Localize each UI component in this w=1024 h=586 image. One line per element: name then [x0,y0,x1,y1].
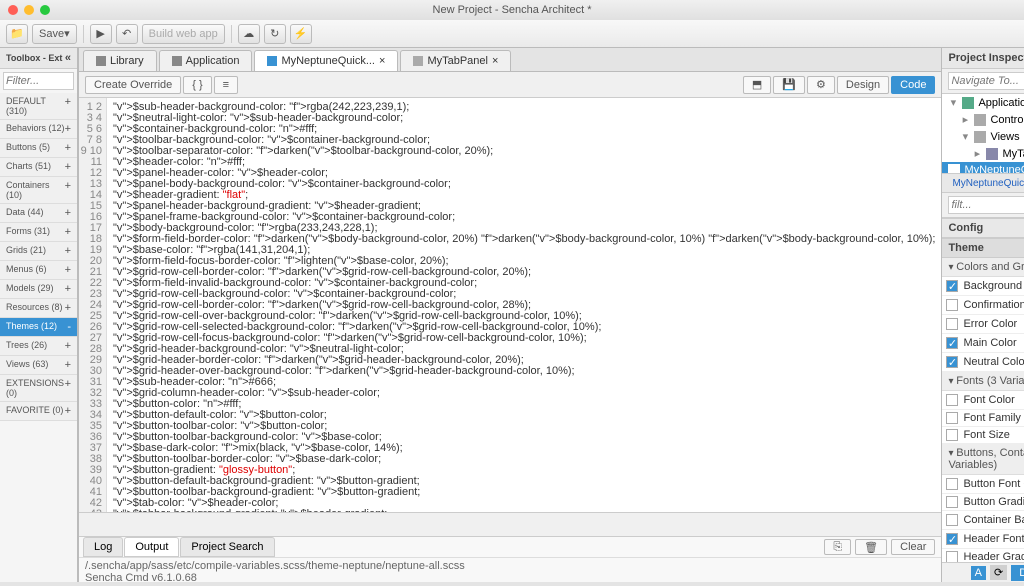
preview-icon[interactable]: ▶ [90,24,112,44]
checkbox[interactable] [946,496,958,508]
tab-log[interactable]: Log [83,537,123,557]
clear-button[interactable]: Clear [891,539,935,555]
favorite-header[interactable]: FAVORITE (0)+ [0,402,77,421]
category-item[interactable]: Menus (6)+ [0,261,77,280]
property-row[interactable]: Font Color#000 [942,391,1024,410]
minimize-window[interactable] [24,5,34,15]
toolbox-panel: Toolbox - Ext JS 6.0.x « DEFAULT (310)+B… [0,48,78,582]
group-fonts[interactable]: ▾ Fonts (3 Variables) [942,372,1024,391]
checkbox[interactable] [946,551,958,562]
tab-output[interactable]: Output [124,537,179,557]
layout-icon[interactable]: ⬒ [743,76,771,94]
braces-button[interactable]: { } [183,76,211,94]
tree-views[interactable]: ▾Views [942,128,1024,145]
category-item[interactable]: Forms (31)+ [0,223,77,242]
category-item[interactable]: Themes (12)- [0,318,77,337]
code-button[interactable]: Code [891,76,935,94]
property-row[interactable]: ✓Header Font Colorrgba(248,246,246,1) [942,530,1024,549]
close-window[interactable] [8,5,18,15]
checkbox[interactable] [946,318,958,330]
property-row[interactable]: Error Color#cf4c35 [942,315,1024,334]
category-item[interactable]: Containers (10)+ [0,177,77,204]
tab-application[interactable]: Application [159,50,253,71]
checkbox[interactable] [946,514,958,526]
category-item[interactable]: Buttons (5)+ [0,139,77,158]
config-breadcrumb: MyNeptuneQuickTheme Quick Theme ≡× [942,174,1024,193]
category-item[interactable]: Grids (21)+ [0,242,77,261]
design-button[interactable]: Design [837,76,889,94]
open-icon[interactable]: 📁 [6,24,28,44]
inspector-status: A ⟳ Done. Compile successful. [942,562,1024,582]
toolbox-header: Toolbox - Ext JS 6.0.x « [0,48,77,69]
property-row[interactable]: Container Background Color#fff [942,511,1024,530]
property-row[interactable]: Font Familyhelvetica, arial, verdana, sa… [942,410,1024,427]
tree-controllers[interactable]: ▸Controllers [942,111,1024,128]
config-filter[interactable] [948,196,1024,214]
cloud-icon[interactable]: ☁ [238,24,260,44]
checkbox[interactable] [946,394,958,406]
checkbox[interactable]: ✓ [946,280,958,292]
undo-icon[interactable]: ↶ [116,24,138,44]
property-row[interactable]: ✓Background Colorrgba(233,243,228,1) [942,277,1024,296]
category-item[interactable]: Data (44)+ [0,204,77,223]
save-button[interactable]: Save ▾ [32,24,77,44]
category-item[interactable]: Resources (8)+ [0,299,77,318]
category-item[interactable]: Charts (51)+ [0,158,77,177]
tab-project-search[interactable]: Project Search [180,537,274,557]
bolt-icon[interactable]: ⚡ [290,24,312,44]
create-override-button[interactable]: Create Override [85,76,181,94]
build-button[interactable]: Build web app [142,24,225,44]
titlebar: New Project - Sencha Architect * [0,0,1024,20]
checkbox[interactable] [946,429,958,441]
tree-theme-selected[interactable]: MyNeptuneQuickTheme [942,162,1024,174]
toolbox-filter[interactable] [3,72,74,90]
main-toolbar: 📁 Save ▾ ▶ ↶ Build web app ☁ ↻ ⚡ [0,20,1024,48]
copy-icon[interactable]: ⎘ [824,539,851,555]
close-icon[interactable]: × [492,55,498,67]
category-item[interactable]: Trees (26)+ [0,337,77,356]
navigate-input[interactable] [948,72,1024,90]
group-colors[interactable]: ▾ Colors and Gradients (5 Variables) [942,258,1024,277]
property-row[interactable]: Button Gradient"glossy-button" [942,494,1024,511]
category-item[interactable]: Models (29)+ [0,280,77,299]
save-icon[interactable]: 💾 [773,76,805,94]
category-item[interactable]: Behaviors (12)+ [0,120,77,139]
category-item[interactable]: Views (63)+ [0,356,77,375]
view-toolbar: Create Override { } ≡ ⬒ 💾 ⚙ Design Code [79,72,941,98]
expand-icon[interactable]: ≡ [214,76,238,94]
refresh-icon[interactable]: ↻ [264,24,286,44]
checkbox[interactable] [946,299,958,311]
property-row[interactable]: ✓Main Colorrgba(141,31,204,1) [942,334,1024,353]
checkbox[interactable] [946,478,958,490]
tab-theme[interactable]: MyNeptuneQuick...× [254,50,398,71]
checkbox[interactable]: ✓ [946,533,958,545]
close-icon[interactable]: × [379,55,385,67]
property-row[interactable]: Confirmation Color#73b51e [942,296,1024,315]
tab-library[interactable]: Library [83,50,157,71]
property-row[interactable]: ✓Neutral Colorrgba(247,234,234,1) [942,353,1024,372]
trash-icon[interactable]: 🗑 [855,539,887,555]
checkbox[interactable] [946,412,958,424]
editor-statusbar [79,512,941,536]
tab-mytabpanel[interactable]: MyTabPanel× [400,50,511,71]
property-row[interactable]: Button Font Color#fff [942,475,1024,494]
project-inspector: Project Inspector +» ▾Application ▸Contr… [941,48,1024,582]
code-editor[interactable]: 1 2 3 4 5 6 7 8 9 10 11 12 13 14 15 16 1… [79,98,941,512]
checkbox[interactable]: ✓ [946,356,958,368]
gear-icon[interactable]: ⚙ [807,76,835,94]
group-buttons[interactable]: ▾ Buttons, Containers and Headers (7 Var… [942,444,1024,475]
maximize-window[interactable] [40,5,50,15]
category-item[interactable]: DEFAULT (310)+ [0,93,77,120]
property-row[interactable]: Header Gradient"flat" [942,549,1024,562]
property-row[interactable]: Font Size13px [942,427,1024,444]
center-tabs: Library Application MyNeptuneQuick...× M… [79,48,941,72]
tree-application[interactable]: ▾Application [942,94,1024,111]
collapse-icon[interactable]: « [65,52,71,64]
checkbox[interactable]: ✓ [946,337,958,349]
extensions-header[interactable]: EXTENSIONS (0)+ [0,375,77,402]
tree-mytabpanel[interactable]: ▸MyTabPanel [942,145,1024,162]
window-title: New Project - Sencha Architect * [433,4,592,16]
